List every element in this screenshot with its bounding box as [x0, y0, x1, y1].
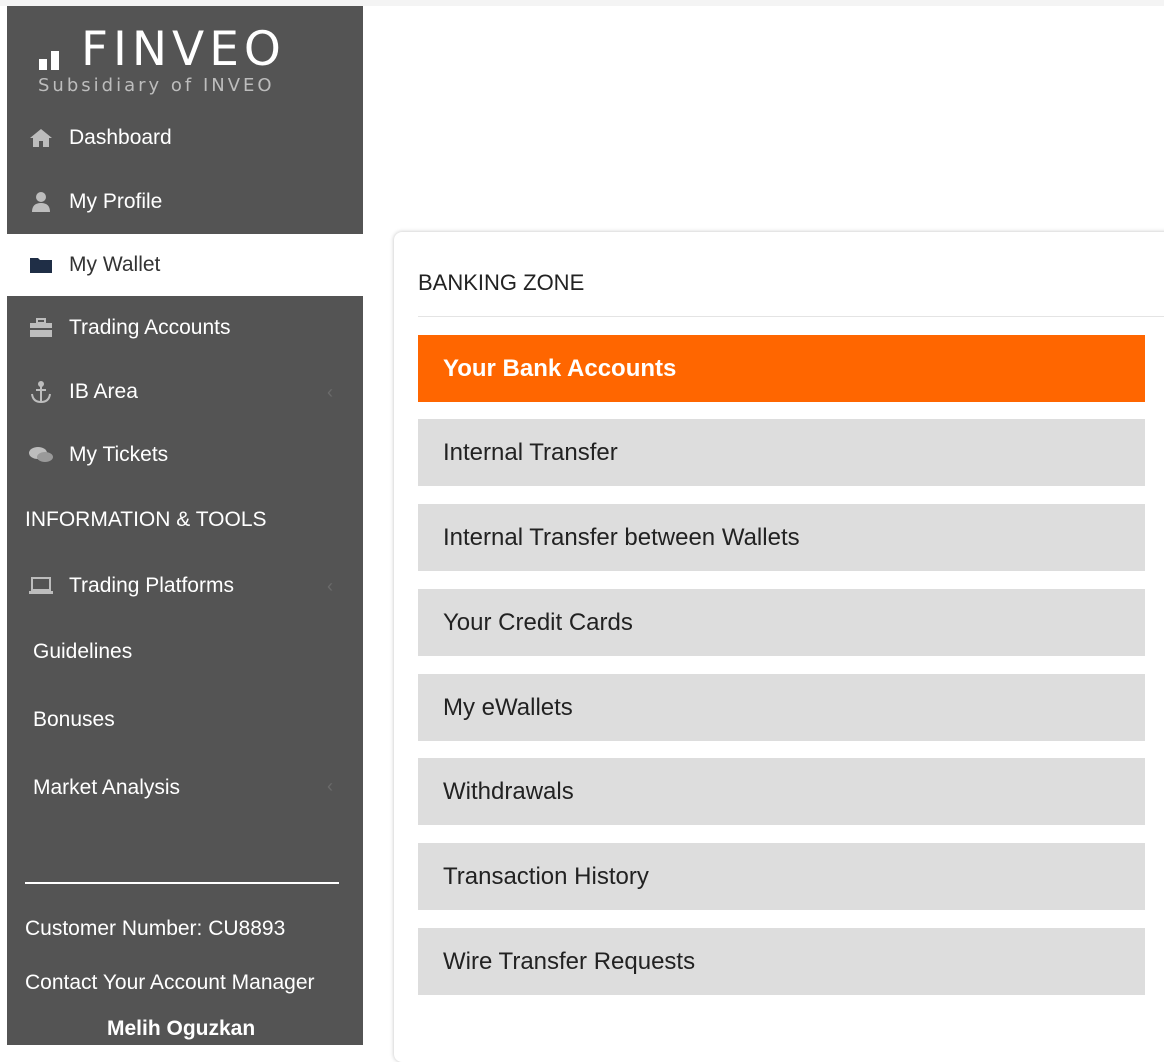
sidebar-item-my-wallet[interactable]: My Wallet: [7, 234, 363, 296]
sidebar-item-dashboard[interactable]: Dashboard: [7, 107, 363, 169]
sidebar-item-my-profile[interactable]: My Profile: [7, 171, 363, 233]
user-icon: [27, 190, 55, 214]
laptop-icon: [27, 574, 55, 598]
sidebar-item-label: Trading Accounts: [69, 316, 231, 339]
sidebar-item-guidelines[interactable]: Guidelines: [33, 640, 132, 664]
menu-item-ewallets[interactable]: My eWallets: [418, 674, 1145, 741]
sidebar-item-ib-area[interactable]: IB Area ‹: [7, 361, 363, 423]
banking-zone-panel: BANKING ZONE Your Bank Accounts Internal…: [394, 232, 1164, 1062]
menu-item-wire-transfer-requests[interactable]: Wire Transfer Requests: [418, 928, 1145, 995]
sidebar-item-market-analysis[interactable]: Market Analysis: [33, 776, 180, 800]
anchor-icon: [27, 380, 55, 404]
sidebar-item-trading-accounts[interactable]: Trading Accounts: [7, 297, 363, 359]
briefcase-icon: [27, 316, 55, 340]
sidebar-item-trading-platforms[interactable]: Trading Platforms ‹: [7, 555, 363, 617]
chevron-left-icon: ‹: [327, 576, 333, 596]
folder-icon: [27, 253, 55, 277]
sidebar-item-label: My Wallet: [69, 253, 161, 276]
menu-item-transaction-history[interactable]: Transaction History: [418, 843, 1145, 910]
brand-logo[interactable]: FINVEO Subsidiary of INVEO: [37, 20, 337, 106]
sidebar-item-my-tickets[interactable]: My Tickets: [7, 424, 363, 486]
customer-number: Customer Number: CU8893: [25, 917, 286, 940]
chevron-left-icon: ‹: [327, 776, 333, 796]
home-icon: [27, 126, 55, 150]
brand-name: FINVEO: [81, 22, 286, 77]
sidebar-item-label: Trading Platforms: [69, 574, 234, 597]
panel-divider: [418, 316, 1164, 317]
section-header-info-tools: INFORMATION & TOOLS: [25, 508, 267, 531]
menu-item-credit-cards[interactable]: Your Credit Cards: [418, 589, 1145, 656]
sidebar-item-label: IB Area: [69, 380, 138, 403]
panel-title: BANKING ZONE: [418, 270, 585, 295]
sidebar-item-label: Dashboard: [69, 126, 172, 149]
signal-bars-icon: [39, 44, 77, 70]
account-manager-name[interactable]: Melih Oguzkan: [107, 1017, 255, 1041]
menu-item-bank-accounts[interactable]: Your Bank Accounts: [418, 335, 1145, 402]
sidebar-item-bonuses[interactable]: Bonuses: [33, 708, 115, 732]
comments-icon: [27, 443, 55, 467]
menu-item-internal-transfer-wallets[interactable]: Internal Transfer between Wallets: [418, 504, 1145, 571]
chevron-left-icon: ‹: [327, 382, 333, 402]
sidebar: FINVEO Subsidiary of INVEO Dashboard My …: [7, 6, 363, 1045]
sidebar-item-label: My Tickets: [69, 443, 169, 466]
sidebar-divider: [25, 882, 339, 884]
menu-item-withdrawals[interactable]: Withdrawals: [418, 758, 1145, 825]
menu-item-internal-transfer[interactable]: Internal Transfer: [418, 419, 1145, 486]
contact-manager-label[interactable]: Contact Your Account Manager: [25, 971, 315, 995]
sidebar-item-label: My Profile: [69, 190, 163, 213]
brand-tagline: Subsidiary of INVEO: [38, 75, 275, 96]
